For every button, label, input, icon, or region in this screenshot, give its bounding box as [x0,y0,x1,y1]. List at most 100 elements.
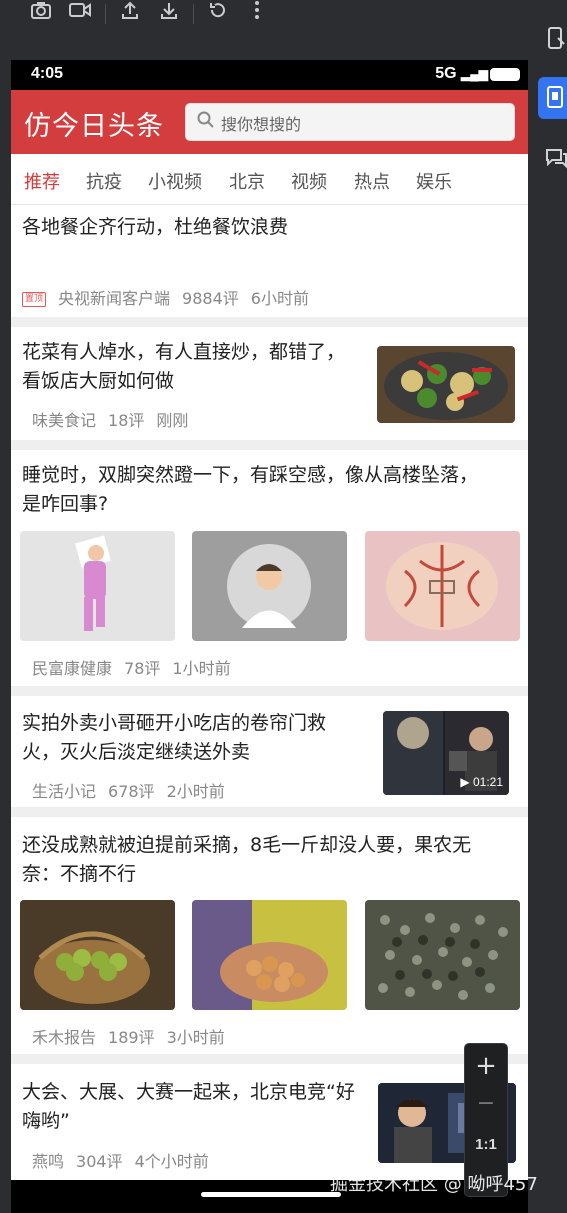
category-tabs: 推荐 抗疫 小视频 北京 视频 热点 娱乐 [11,154,528,205]
tab-recommend[interactable]: 推荐 [24,168,60,194]
tab-hot[interactable]: 热点 [354,168,390,194]
cauliflower-dish-image [384,352,508,420]
news-meta: 置顶 央视新闻客户端 9884评 6小时前 [22,285,321,309]
news-item[interactable]: 实拍外卖小哥砸开小吃店的卷帘门救 火，灭火后淡定继续送外卖 生活小记 678评 2小时… [11,696,528,807]
news-meta: 民富康健康 78评 1小时前 [32,655,243,679]
battery-icon [490,68,520,81]
toolbar-divider [105,4,106,24]
news-meta: 味美食记 18评 刚刚 [32,407,200,431]
news-comments: 18评 [108,411,145,430]
news-thumbnail [192,531,347,641]
more-icon[interactable] [243,0,271,26]
signal-icon: ▂▄▆ [461,67,488,81]
title-line: 花菜有人焯水，有人直接炒，都错了， [22,341,346,363]
zoom-out-button[interactable]: − [465,1086,507,1122]
news-time: 4个小时前 [134,1152,209,1171]
phone-screen: 4:05 5G ▂▄▆ 仿今日头条 搜你想搜的 推荐 抗疫 小视频 北京 视频 … [11,60,528,1213]
fruit-in-hands-image [192,900,347,1010]
editor-gutter [0,36,11,1213]
tab-video[interactable]: 视频 [291,168,327,194]
news-thumbnail [365,531,520,641]
news-title: 还没成熟就被迫提前采摘，8毛一斤却没人要，果农无 奈：不摘不行 [22,831,471,889]
news-meta: 燕鸣 304评 4个小时前 [32,1148,221,1172]
video-thumbnail[interactable]: ▶ 01:21 [383,711,509,795]
device-manager-icon[interactable] [543,26,567,52]
title-line: 嗨哟” [22,1110,70,1132]
feed-divider [11,1054,528,1064]
watermark: 掘金技术社区 @ 呦呼457 [330,1174,538,1195]
feed-divider [11,686,528,696]
search-icon [197,111,214,128]
emulator-toolbar [0,0,528,36]
title-line: 火，灭火后淡定继续送外卖 [22,741,251,763]
news-thumbnail [365,900,520,1010]
network-indicator: 5G ▂▄▆ [435,65,488,83]
feed-divider [11,440,528,450]
news-item[interactable]: 还没成熟就被迫提前采摘，8毛一斤却没人要，果农无 奈：不摘不行 禾木报告 189… [11,817,528,1054]
news-item[interactable]: 睡觉时，双脚突然蹬一下，有踩空感，像从高楼坠落， 是咋回事? 民富康健康 78评… [11,450,528,686]
duration-text: 01:21 [472,775,503,789]
video-icon[interactable] [66,0,94,26]
news-time: 1小时前 [172,659,231,678]
news-time: 2小时前 [166,782,225,801]
fruit-basket-image [20,900,175,1010]
fallen-fruit-image [365,900,520,1010]
title-line: 还没成熟就被迫提前采摘，8毛一斤却没人要，果农无 [22,834,472,856]
news-item[interactable]: 各地餐企齐行动，杜绝餐饮浪费 置顶 央视新闻客户端 9884评 6小时前 [11,205,528,317]
network-label: 5G [435,65,457,82]
doctor-image [227,544,311,628]
news-comments: 9884评 [182,289,239,308]
zoom-reset-button[interactable]: 1:1 [465,1132,507,1158]
app-header: 仿今日头条 搜你想搜的 [11,90,528,154]
news-thumbnail [20,900,175,1010]
zoom-in-button[interactable]: + [465,1048,507,1084]
upload-icon[interactable] [116,0,144,26]
news-source: 民富康健康 [32,659,113,678]
tab-beijing[interactable]: 北京 [229,168,265,194]
title-line: 实拍外卖小哥砸开小吃店的卷帘门救 [22,712,327,734]
app-title: 仿今日头条 [24,111,164,142]
news-thumbnail [20,531,175,641]
news-title: 睡觉时，双脚突然蹬一下，有踩空感，像从高楼坠落， 是咋回事? [22,461,478,519]
news-time: 6小时前 [250,289,309,308]
rotate-icon[interactable] [204,0,232,26]
title-line: 奈：不摘不行 [22,863,137,885]
pinned-badge: 置顶 [22,292,47,307]
title-line: 是咋回事? [22,493,109,515]
title-line: 睡觉时，双脚突然蹬一下，有踩空感，像从高楼坠落， [22,464,479,486]
news-source: 味美食记 [32,411,97,430]
toolbar-divider [193,4,194,24]
download-icon[interactable] [155,0,183,26]
news-comments: 678评 [108,782,155,801]
news-meta: 禾木报告 189评 3小时前 [32,1024,237,1048]
news-time: 刚刚 [156,411,189,430]
news-item[interactable]: 花菜有人焯水，有人直接炒，都错了， 看饭店大厨如何做 味美食记 18评 刚刚 [11,327,528,440]
news-thumbnail [377,346,515,423]
status-time: 4:05 [31,65,64,82]
feed-divider [11,807,528,817]
news-source: 央视新闻客户端 [58,289,171,308]
news-title: 各地餐企齐行动，杜绝餐饮浪费 [22,216,289,238]
news-title: 实拍外卖小哥砸开小吃店的卷帘门救 火，灭火后淡定继续送外卖 [22,709,326,767]
news-source: 禾木报告 [32,1028,97,1047]
sleeping-person-image [75,535,111,631]
emulator-sidebar [528,0,567,1213]
search-input[interactable]: 搜你想搜的 [185,103,515,141]
chat-icon[interactable] [543,146,567,172]
feed-divider [11,317,528,327]
video-duration: ▶ 01:21 [460,775,503,789]
news-comments: 78评 [124,659,161,678]
status-bar: 4:05 5G ▂▄▆ [11,60,528,90]
search-placeholder: 搜你想搜的 [221,115,302,134]
brain-image [386,542,498,630]
home-indicator[interactable] [201,1192,341,1197]
news-thumbnail [192,900,347,1010]
camera-icon[interactable] [27,0,55,26]
title-line: 大会、大展、大赛一起来，北京电竞“好 [22,1081,355,1103]
news-time: 3小时前 [166,1028,225,1047]
tab-antiepidemic[interactable]: 抗疫 [86,168,122,194]
news-source: 燕鸣 [32,1152,65,1171]
running-devices-tab[interactable] [538,77,567,119]
tab-short-video[interactable]: 小视频 [148,168,202,194]
tab-entertainment[interactable]: 娱乐 [416,168,452,194]
